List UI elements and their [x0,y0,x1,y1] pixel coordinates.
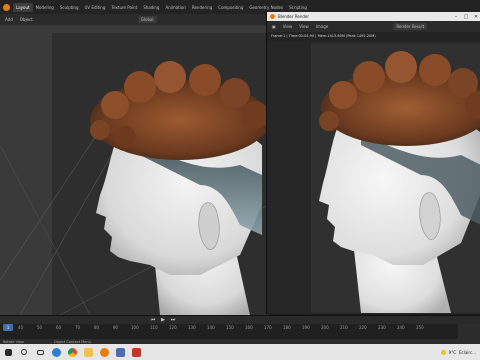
tick-label: 140 [207,325,215,330]
skip-back-icon[interactable]: ⏮ [150,317,156,323]
timeline-side-panel [458,324,480,340]
weather-desc: Eclairc... [459,349,476,355]
blender-logo-icon[interactable] [3,3,10,11]
tab-layout[interactable]: Layout [13,2,33,12]
task-view-icon[interactable] [32,344,48,360]
image-menu[interactable]: Image [314,24,331,29]
render-stats: Frame:1 | Time:00:04:90 | Mem:1413.60M (… [267,32,480,41]
tick-label: 180 [283,325,291,330]
view-menu-2[interactable]: View [297,24,311,29]
render-window-titlebar[interactable]: Blender Render – □ ✕ [267,12,480,21]
system-tray: 9°C Eclairc... [440,344,476,360]
explorer-icon[interactable] [80,344,96,360]
close-icon[interactable]: ✕ [471,14,480,20]
tick-label: 60 [56,325,62,330]
play-icon[interactable]: ▶ [160,317,166,323]
tick-label: 240 [397,325,405,330]
tab-modeling[interactable]: Modeling [33,3,57,12]
transform-orientation-dropdown[interactable]: Global [137,16,157,23]
minimize-icon[interactable]: – [451,14,461,20]
search-icon[interactable] [16,344,32,360]
windows-start-icon[interactable] [0,344,16,360]
tick-label: 40 [18,325,24,330]
tab-uv-editing[interactable]: UV Editing [82,3,109,12]
tick-label: 50 [37,325,43,330]
app-icon-2[interactable] [128,344,144,360]
weather-temp: 9°C [448,349,457,355]
frame-ruler[interactable]: 40 50 60 70 80 90 100 110 120 130 140 15… [0,324,480,340]
editor-type-dropdown[interactable]: ▣ [270,24,278,29]
tick-label: 80 [94,325,100,330]
tab-texture-paint[interactable]: Texture Paint [108,3,140,12]
render-window-title: Blender Render [278,14,310,19]
render-slot-dropdown[interactable]: Render Result [393,23,428,30]
status-rotate-view: Rotate View [3,339,24,344]
tab-sculpting[interactable]: Sculpting [57,3,82,12]
render-window[interactable]: Blender Render – □ ✕ ▣ View View Image R… [266,12,480,314]
app-icon[interactable] [112,344,128,360]
status-context-menu: Object Context Menu [53,339,91,344]
render-window-menu: ▣ View View Image Render Result [267,21,480,32]
tick-label: 130 [188,325,196,330]
viewport-header: Add Object Global [0,14,268,25]
tab-compositing[interactable]: Compositing [215,3,246,12]
skip-forward-icon[interactable]: ⏭ [170,317,176,323]
tick-label: 70 [75,325,81,330]
tick-label: 120 [169,325,177,330]
chrome-icon[interactable] [64,344,80,360]
windows-taskbar: 9°C Eclairc... [0,344,480,360]
timeline[interactable]: ⏮ ▶ ⏭ 40 50 60 70 80 90 100 110 120 130 … [0,315,480,340]
blender-logo-icon [270,14,275,19]
tick-label: 200 [321,325,329,330]
render-result-image [311,43,480,313]
tab-scripting[interactable]: Scripting [286,3,310,12]
tab-geometry-nodes[interactable]: Geometry Nodes [246,3,286,12]
tick-label: 190 [302,325,310,330]
tick-label: 150 [226,325,234,330]
object-menu[interactable]: Object [18,17,35,22]
tick-label: 100 [131,325,139,330]
maximize-icon[interactable]: □ [461,14,471,20]
tick-label: 210 [340,325,348,330]
tab-rendering[interactable]: Rendering [189,3,215,12]
tick-label: 110 [150,325,158,330]
blender-icon[interactable] [96,344,112,360]
tick-label: 250 [416,325,424,330]
view-menu[interactable]: View [281,24,295,29]
tab-animation[interactable]: Animation [162,3,188,12]
playback-controls: ⏮ ▶ ⏭ [0,316,480,324]
weather-icon[interactable] [440,349,446,355]
3d-viewport[interactable] [0,25,268,315]
add-menu[interactable]: Add [3,17,15,22]
tick-label: 220 [359,325,367,330]
edge-icon[interactable] [48,344,64,360]
viewport-scene [0,33,268,315]
tick-label: 170 [264,325,272,330]
tick-label: 90 [113,325,119,330]
tab-shading[interactable]: Shading [140,3,162,12]
playhead[interactable]: 1 [3,324,13,331]
tick-label: 160 [245,325,253,330]
tick-label: 230 [378,325,386,330]
